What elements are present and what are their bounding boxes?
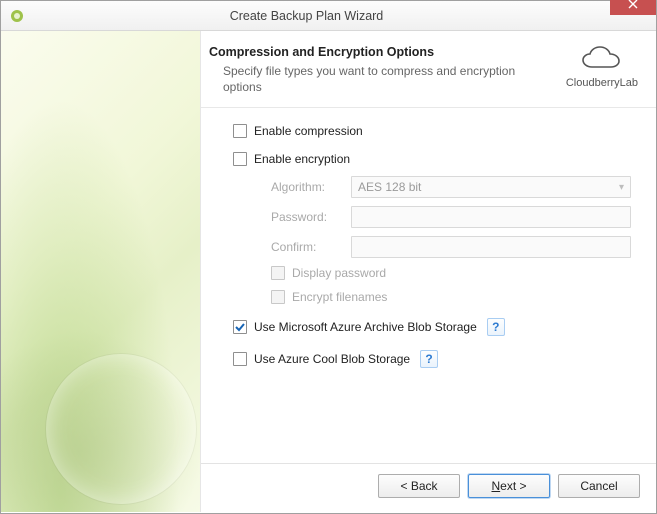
azure-archive-label: Use Microsoft Azure Archive Blob Storage [254,320,477,334]
cancel-button[interactable]: Cancel [558,474,640,498]
azure-cool-help-icon[interactable]: ? [420,350,438,368]
cancel-button-label: Cancel [580,479,617,493]
enable-compression-row[interactable]: Enable compression [233,124,638,138]
enable-encryption-checkbox[interactable] [233,152,247,166]
azure-archive-checkbox[interactable] [233,320,247,334]
page-header: Compression and Encryption Options Speci… [201,31,656,108]
confirm-row: Confirm: [271,236,638,258]
next-button-label: Next > [491,479,526,493]
options-form: Enable compression Enable encryption Alg… [201,108,656,463]
encrypt-filenames-row: Encrypt filenames [271,290,638,304]
enable-compression-checkbox[interactable] [233,124,247,138]
azure-archive-help-icon[interactable]: ? [487,318,505,336]
encrypt-filenames-label: Encrypt filenames [292,290,387,304]
algorithm-label: Algorithm: [271,180,351,194]
display-password-checkbox [271,266,285,280]
confirm-label: Confirm: [271,240,351,254]
next-button[interactable]: Next > [468,474,550,498]
azure-cool-label: Use Azure Cool Blob Storage [254,352,410,366]
back-button-label: < Back [400,479,437,493]
password-label: Password: [271,210,351,224]
chevron-down-icon: ▾ [619,182,624,193]
close-button[interactable] [610,0,656,15]
azure-cool-row[interactable]: Use Azure Cool Blob Storage ? [233,350,638,368]
main-pane: Compression and Encryption Options Speci… [201,31,656,512]
wizard-sidebar [1,31,201,512]
brand-logo: CloudberryLab [566,45,638,89]
encrypt-filenames-checkbox [271,290,285,304]
disc-art-icon [46,354,196,504]
algorithm-select[interactable]: AES 128 bit ▾ [351,176,631,198]
password-row: Password: [271,206,638,228]
back-button[interactable]: < Back [378,474,460,498]
enable-encryption-label: Enable encryption [254,152,350,166]
algorithm-row: Algorithm: AES 128 bit ▾ [271,176,638,198]
enable-compression-label: Enable compression [254,124,363,138]
display-password-row: Display password [271,266,638,280]
page-title: Compression and Encryption Options [209,45,566,59]
confirm-input[interactable] [351,236,631,258]
password-input[interactable] [351,206,631,228]
display-password-label: Display password [292,266,386,280]
algorithm-value: AES 128 bit [358,180,421,194]
cloud-icon [578,45,626,75]
content: Compression and Encryption Options Speci… [1,31,656,512]
page-subtitle: Specify file types you want to compress … [209,63,519,95]
titlebar: Create Backup Plan Wizard [1,1,656,31]
button-bar: < Back Next > Cancel [201,463,656,512]
window-title: Create Backup Plan Wizard [3,9,610,23]
azure-cool-checkbox[interactable] [233,352,247,366]
brand-name: CloudberryLab [566,77,638,89]
enable-encryption-row[interactable]: Enable encryption [233,152,638,166]
azure-archive-row[interactable]: Use Microsoft Azure Archive Blob Storage… [233,318,638,336]
